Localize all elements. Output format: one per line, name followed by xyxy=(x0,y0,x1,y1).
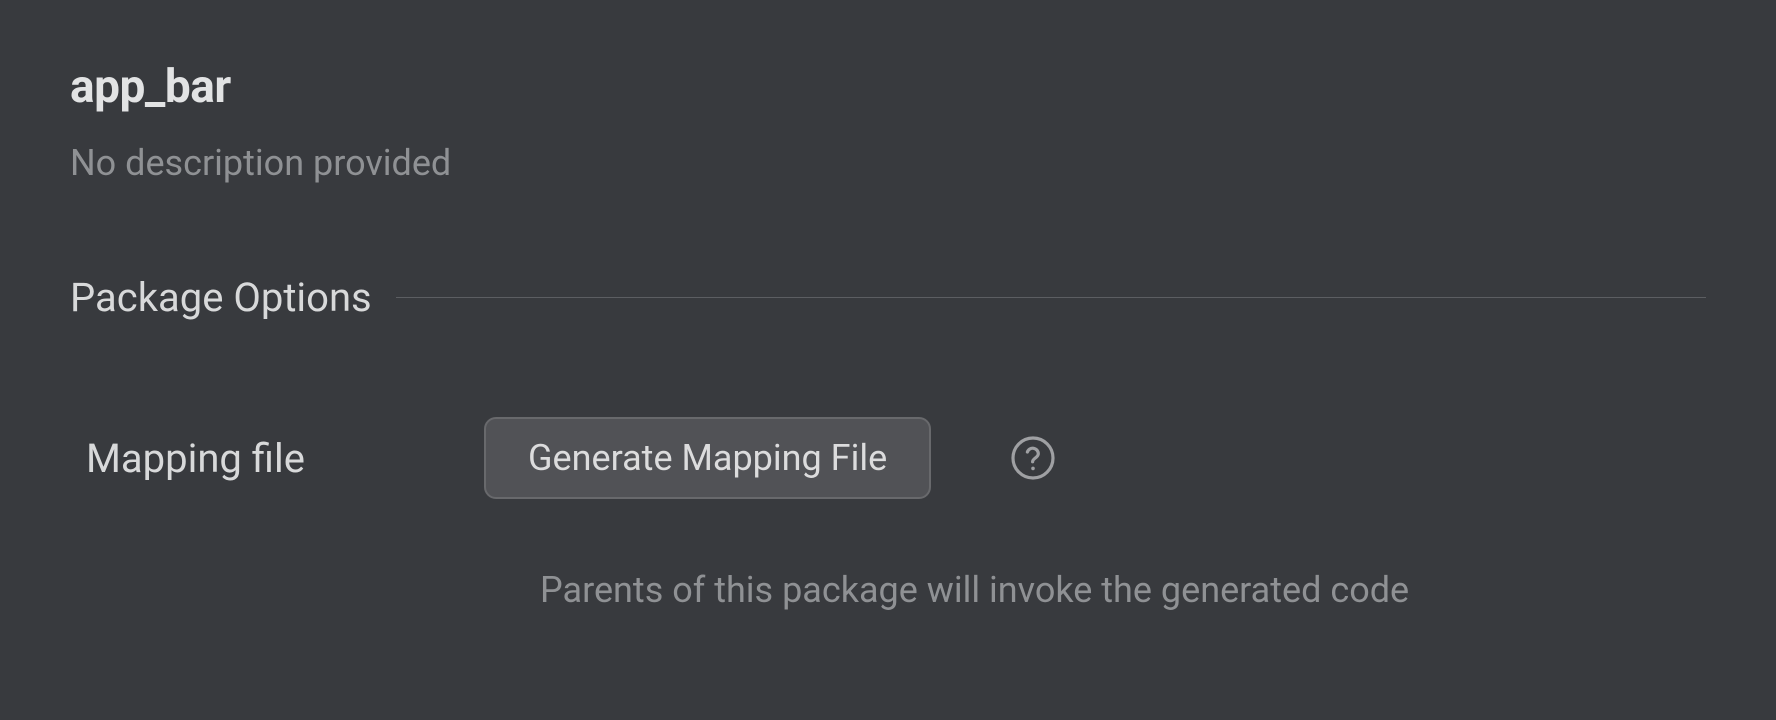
mapping-file-hint: Parents of this package will invoke the … xyxy=(540,569,1409,611)
mapping-file-option-row: Mapping file Generate Mapping File xyxy=(70,417,1706,499)
section-title: Package Options xyxy=(70,274,372,321)
mapping-file-hint-row: Parents of this package will invoke the … xyxy=(70,569,1706,611)
package-detail-panel: app_bar No description provided Package … xyxy=(0,0,1776,611)
section-header: Package Options xyxy=(70,274,1706,321)
package-name: app_bar xyxy=(70,60,1706,114)
generate-mapping-file-button[interactable]: Generate Mapping File xyxy=(484,417,931,499)
package-description: No description provided xyxy=(70,142,1706,184)
mapping-file-label: Mapping file xyxy=(86,435,484,482)
section-divider xyxy=(396,297,1706,298)
help-icon[interactable] xyxy=(1009,434,1057,482)
